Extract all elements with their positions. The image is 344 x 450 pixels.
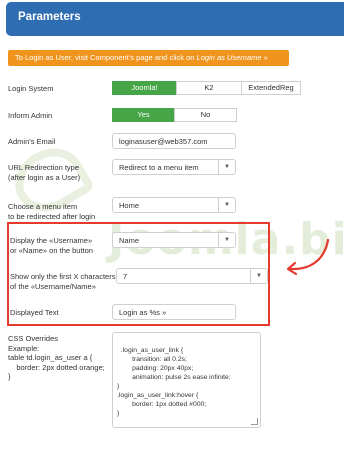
css-overrides-textarea[interactable]: .login_as_user_link { transition: all 0.… [112, 332, 261, 428]
url-redirection-label-line1: URL Redirection type [8, 163, 80, 172]
first-chars-value: 7 [123, 272, 128, 281]
curved-arrow-icon [286, 238, 330, 276]
menu-item-label-line1: Choose a menu item [8, 202, 78, 211]
admin-email-input[interactable]: loginasuser@web357.com [112, 133, 236, 149]
notice-emphasis: Login as Username [196, 53, 262, 62]
notice-suffix: » [261, 53, 268, 62]
resize-grip-icon[interactable] [251, 418, 258, 425]
login-system-option-k2[interactable]: K2 [176, 81, 242, 95]
display-username-label: Display the «Username» or «Name» on the … [10, 236, 93, 256]
login-system-label: Login System [8, 84, 54, 93]
display-username-value: Name [119, 236, 140, 245]
display-username-select[interactable]: Name ▼ [112, 232, 236, 248]
first-chars-label: Show only the first X characters of the … [10, 272, 115, 292]
displayed-text-input[interactable]: Login as %s » [112, 304, 236, 320]
first-chars-label-line2: of the «Username/Name» [10, 282, 96, 291]
page-title: Parameters [18, 11, 81, 23]
css-overrides-label: CSS Overrides Example: table td.login_as… [8, 334, 105, 381]
css-overrides-value: .login_as_user_link { transition: all 0.… [117, 347, 231, 417]
menu-item-label-line2: to be redirected after login [8, 212, 96, 221]
chevron-down-icon: ▼ [218, 233, 235, 247]
login-system-toggle: Joomla! K2 ExtendedReg [112, 81, 301, 95]
menu-item-value: Home [119, 201, 140, 210]
url-redirection-select[interactable]: Redirect to a menu item ▼ [112, 159, 236, 175]
admin-email-label: Admin's Email [8, 137, 56, 146]
displayed-text-label: Displayed Text [10, 308, 59, 317]
chevron-down-icon: ▼ [250, 269, 267, 283]
login-system-option-joomla[interactable]: Joomla! [112, 81, 177, 95]
parameters-header: Parameters [6, 2, 344, 36]
url-redirection-label: URL Redirection type (after login as a U… [8, 163, 80, 183]
inform-admin-toggle: Yes No [112, 108, 237, 122]
login-system-option-extendedreg[interactable]: ExtendedReg [241, 81, 301, 95]
notice-text: To Login as User, visit Component's page… [15, 53, 197, 62]
first-chars-label-line1: Show only the first X characters [10, 272, 116, 281]
login-instructions-notice: To Login as User, visit Component's page… [8, 50, 289, 66]
display-username-label-line2: or «Name» on the button [10, 246, 93, 255]
display-username-label-line1: Display the «Username» [10, 236, 93, 245]
inform-admin-label: Inform Admin [8, 111, 53, 120]
url-redirection-label-line2: (after login as a User) [8, 173, 81, 182]
chevron-down-icon: ▼ [218, 160, 235, 174]
menu-item-select[interactable]: Home ▼ [112, 197, 236, 213]
chevron-down-icon: ▼ [218, 198, 235, 212]
url-redirection-value: Redirect to a menu item [119, 163, 199, 172]
first-chars-select[interactable]: 7 ▼ [116, 268, 268, 284]
inform-admin-option-no[interactable]: No [174, 108, 237, 122]
menu-item-label: Choose a menu item to be redirected afte… [8, 202, 95, 222]
inform-admin-option-yes[interactable]: Yes [112, 108, 175, 122]
